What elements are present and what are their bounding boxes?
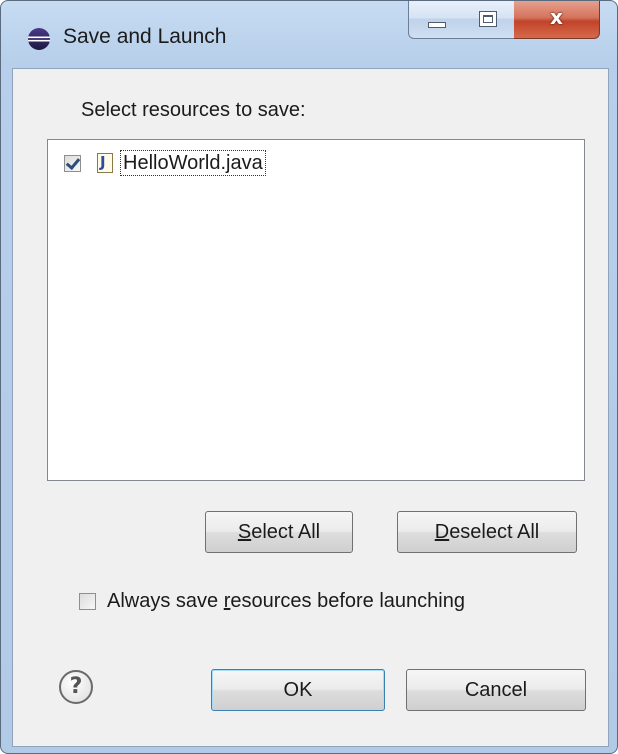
- always-save-label[interactable]: Always save resources before launching: [107, 590, 465, 613]
- select-all-mnemonic: S: [237, 521, 252, 543]
- deselect-all-mnemonic: D: [434, 521, 450, 543]
- minimize-button[interactable]: [408, 1, 462, 39]
- always-save-option[interactable]: Always save resources before launching: [79, 590, 465, 613]
- window-title: Save and Launch: [63, 25, 227, 48]
- deselect-all-label: eselect All: [449, 521, 540, 543]
- title-bar[interactable]: Save and Launch x: [1, 1, 617, 69]
- java-file-icon: J: [97, 153, 113, 173]
- ok-button[interactable]: OK: [211, 669, 385, 711]
- help-icon[interactable]: ?: [59, 670, 93, 704]
- close-button[interactable]: x: [514, 1, 600, 39]
- maximize-button[interactable]: [461, 1, 515, 39]
- close-icon: x: [550, 5, 563, 29]
- maximize-icon: [479, 11, 497, 27]
- eclipse-icon: [28, 28, 50, 50]
- always-save-checkbox[interactable]: [79, 593, 96, 610]
- select-all-button[interactable]: Select All: [205, 511, 353, 553]
- resource-checkbox[interactable]: [64, 154, 81, 172]
- deselect-all-button[interactable]: Deselect All: [397, 511, 577, 553]
- resources-list[interactable]: J HelloWorld.java: [47, 139, 585, 481]
- resource-name[interactable]: HelloWorld.java: [120, 150, 266, 176]
- cancel-button[interactable]: Cancel: [406, 669, 586, 711]
- select-all-label: elect All: [251, 521, 321, 543]
- select-resources-label: Select resources to save:: [81, 99, 306, 121]
- list-item[interactable]: J HelloWorld.java: [64, 150, 266, 176]
- minimize-icon: [428, 22, 446, 28]
